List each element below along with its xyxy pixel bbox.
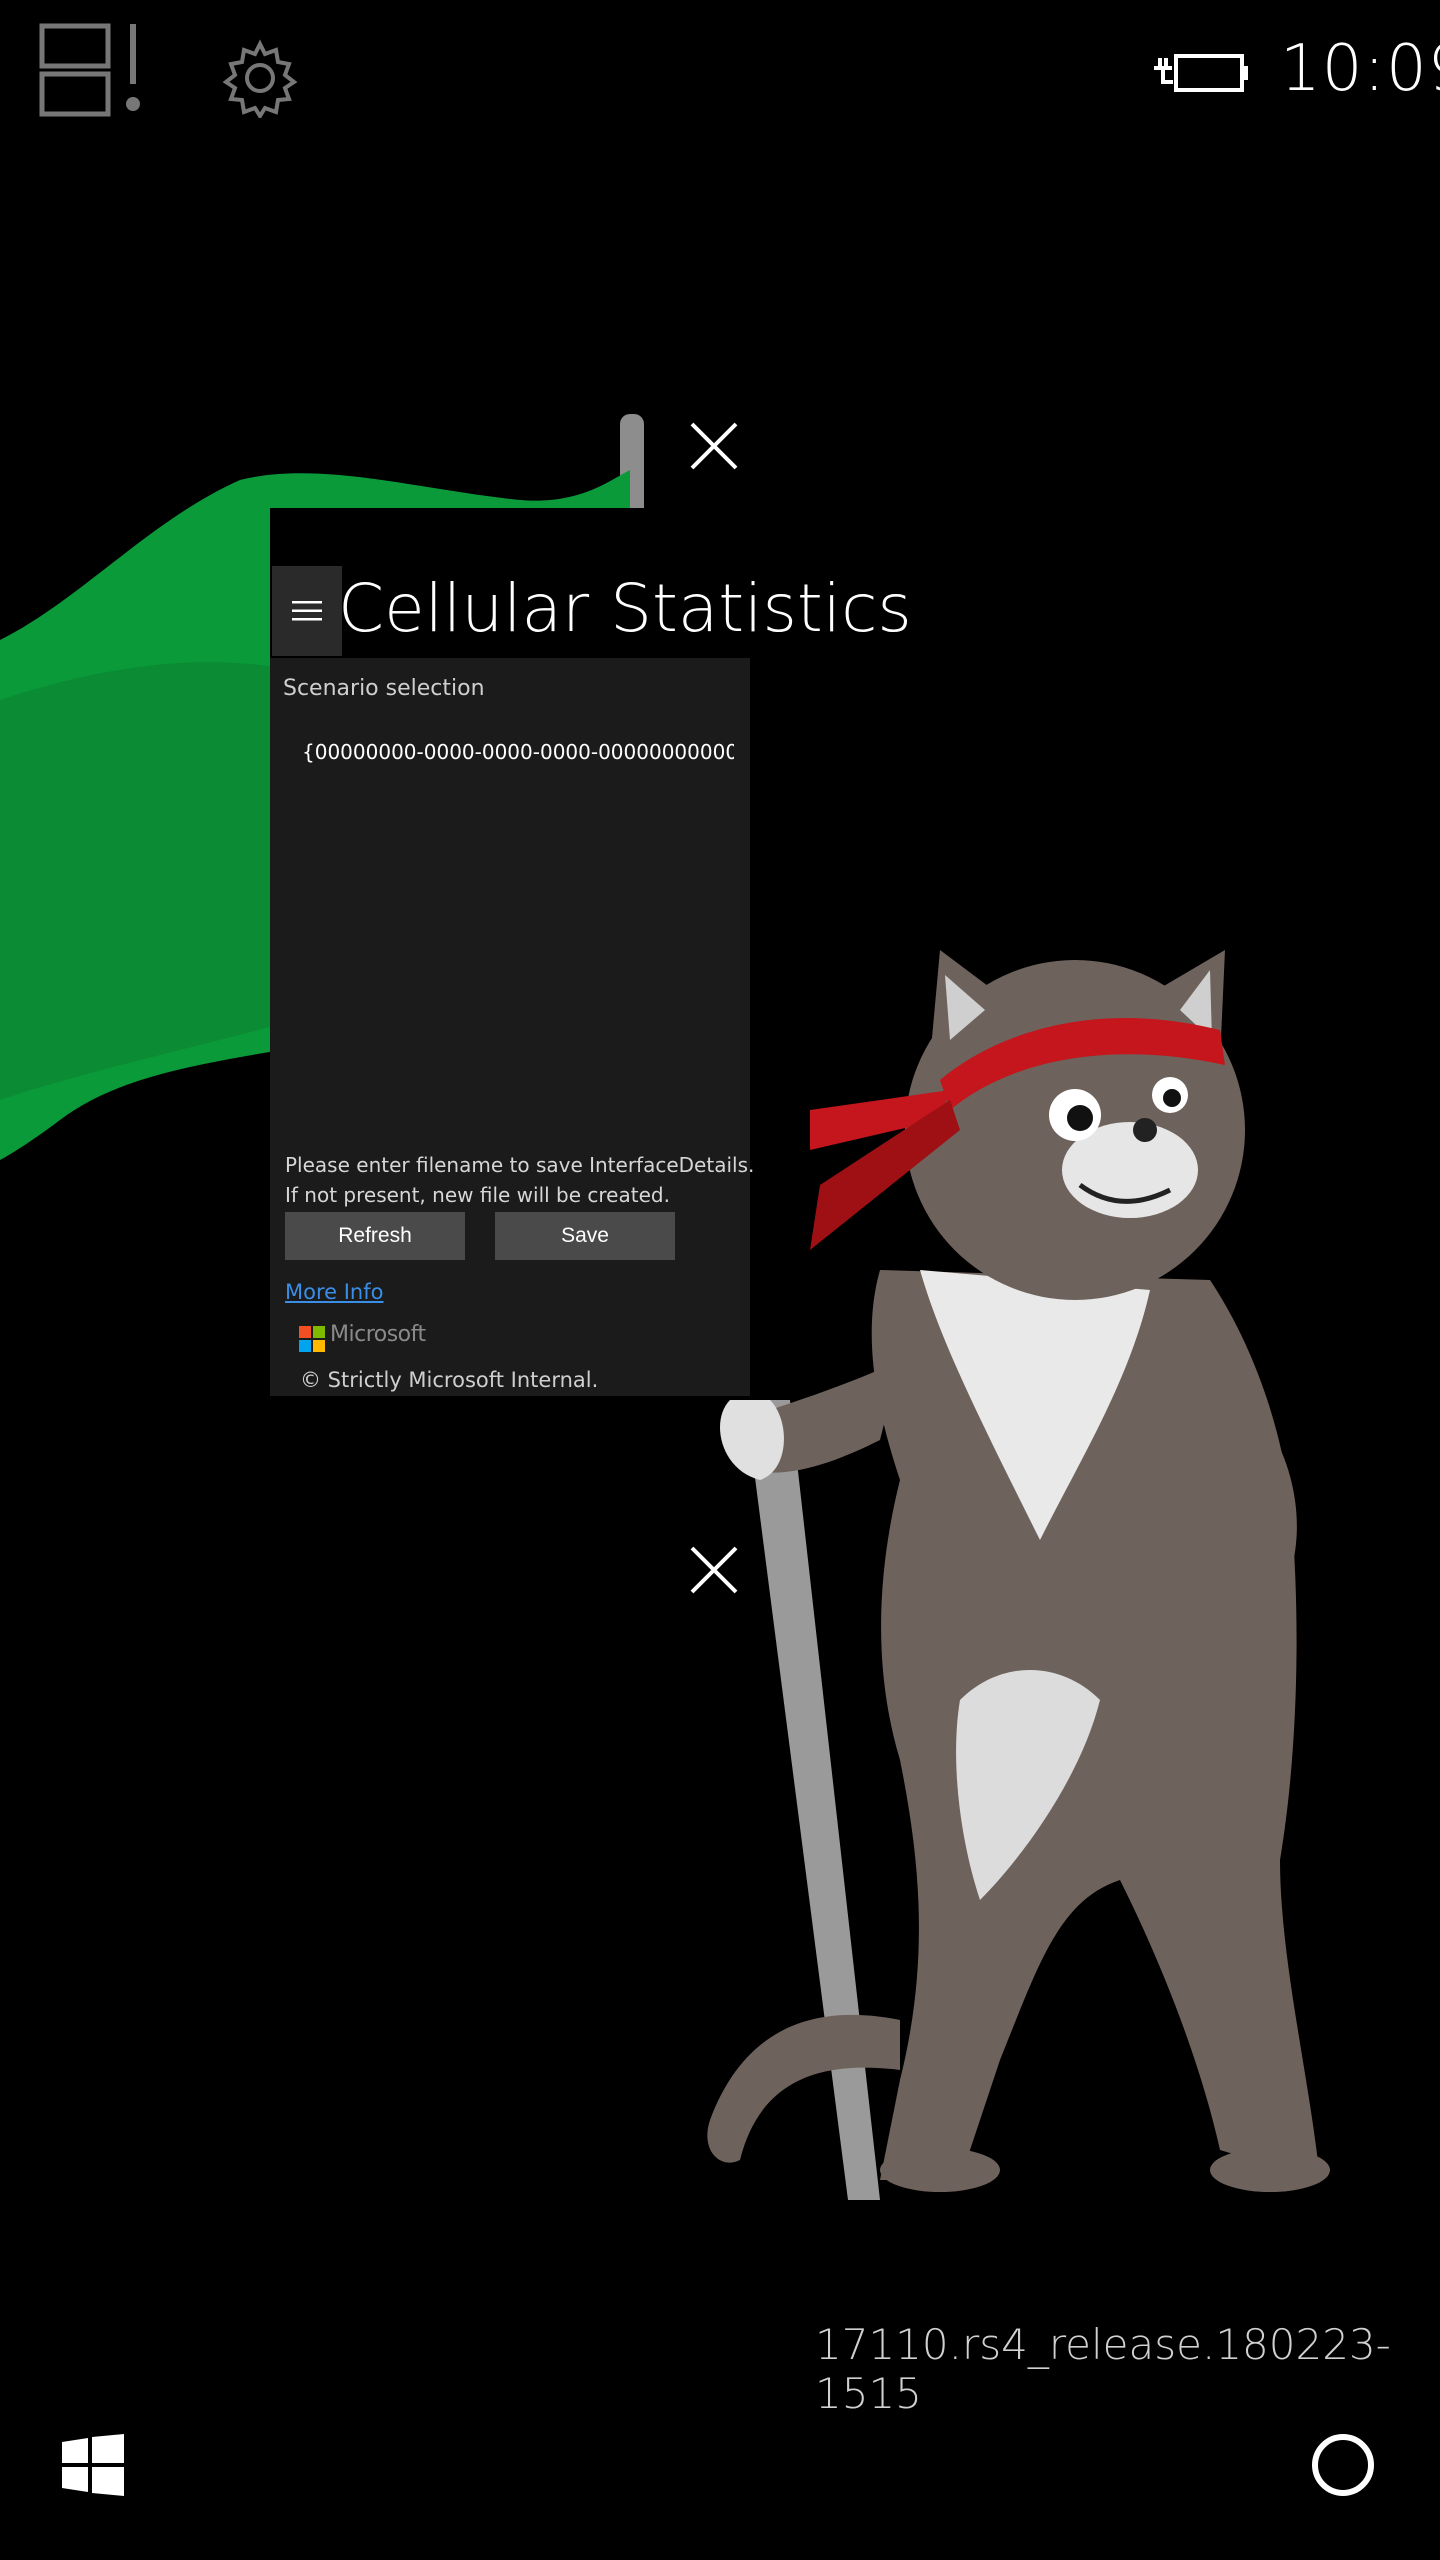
windows-start-icon[interactable] <box>62 2434 124 2496</box>
microsoft-logo-text: Microsoft <box>330 1322 426 1347</box>
scenario-list-item[interactable]: {00000000-0000-0000-0000-000000000000 <box>302 740 734 764</box>
build-version-text: 17110.rs4_release.180223-1515 <box>815 2320 1391 2418</box>
filename-hint: Please enter filename to save InterfaceD… <box>285 1153 755 1207</box>
cortana-icon[interactable] <box>1308 2430 1378 2500</box>
gear-icon[interactable] <box>220 38 300 118</box>
scenario-selection-label: Scenario selection <box>283 676 485 701</box>
hamburger-menu-button[interactable] <box>272 566 342 656</box>
clock: 10:09 <box>1280 32 1440 106</box>
battery-charging-icon <box>1154 54 1248 92</box>
save-button[interactable]: Save <box>495 1212 675 1260</box>
page-title: Cellular Statistics <box>338 570 912 647</box>
copyright-text: © Strictly Microsoft Internal. <box>300 1368 599 1392</box>
tablet-mode-icon[interactable] <box>38 22 148 122</box>
more-info-link[interactable]: More Info <box>285 1280 383 1304</box>
hamburger-icon <box>292 601 322 621</box>
refresh-button[interactable]: Refresh <box>285 1212 465 1260</box>
microsoft-logo-icon <box>299 1326 325 1352</box>
close-icon[interactable] <box>686 418 742 474</box>
close-icon[interactable] <box>686 1542 742 1598</box>
